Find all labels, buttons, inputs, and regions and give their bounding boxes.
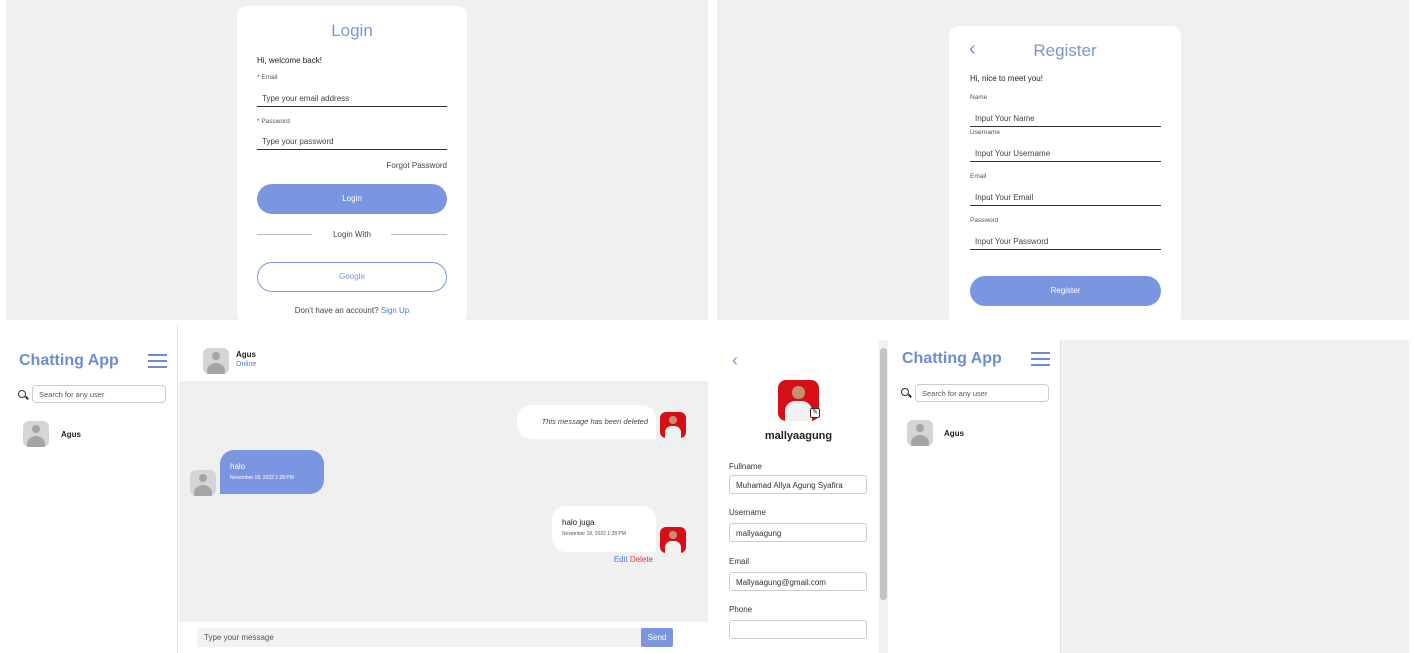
google-button[interactable]: Google: [257, 262, 447, 292]
email-label-reg: Email: [970, 173, 987, 180]
edit-link[interactable]: Edit: [614, 555, 628, 564]
empty-chat-area: [1061, 340, 1409, 653]
avatar: [203, 348, 229, 374]
avatar: [660, 412, 686, 438]
app-title: Chatting App: [19, 352, 119, 369]
avatar: [190, 470, 216, 496]
password-input-reg[interactable]: Input Your Password: [970, 233, 1161, 250]
username-label: Username: [729, 508, 766, 517]
contact-name: Agus: [61, 430, 81, 439]
fullname-label: Fullname: [729, 462, 762, 471]
register-title: Register: [1033, 41, 1097, 60]
contact-item[interactable]: Agus: [23, 421, 163, 447]
fullname-input[interactable]: Muhamad Allya Agung Syafira: [729, 475, 867, 494]
message-bubble-deleted: This message has been deleted: [517, 405, 656, 439]
no-account-text: Don't have an account?: [294, 306, 379, 315]
name-input[interactable]: Input Your Name: [970, 110, 1161, 127]
chat-screen: Chatting App Search for any user Agus Ag…: [0, 324, 708, 653]
register-greeting: Hi, nice to meet you!: [970, 74, 1043, 83]
email-label: Email: [729, 557, 750, 566]
signup-link[interactable]: Sign Up: [381, 306, 409, 315]
search-input[interactable]: Search for any user: [915, 384, 1049, 402]
phone-input[interactable]: [729, 620, 867, 639]
menu-icon[interactable]: [148, 354, 167, 368]
profile-screen: ‹ ✎ mallyaagung Fullname Muhamad Allya A…: [717, 340, 1409, 653]
avatar: [907, 420, 933, 446]
profile-username: mallyaagung: [764, 430, 833, 442]
profile-scrollbar[interactable]: [879, 340, 888, 653]
message-actions: Edit Delete: [552, 555, 653, 564]
login-card: Login Hi, welcome back! * Email Type you…: [237, 6, 467, 320]
password-input[interactable]: Type your password: [257, 133, 447, 150]
message-bubble-sent: halo juga November 18, 2022 1:28 PM: [552, 506, 656, 552]
password-label-reg: Password: [970, 217, 999, 224]
register-button[interactable]: Register: [970, 276, 1161, 306]
menu-icon[interactable]: [1031, 352, 1050, 366]
register-card: ‹ Register Hi, nice to meet you! Name In…: [949, 26, 1181, 320]
register-screen: ‹ Register Hi, nice to meet you! Name In…: [717, 0, 1409, 320]
message-text: halo juga: [562, 518, 595, 527]
login-greeting: Hi, welcome back!: [257, 56, 322, 65]
message-time: November 18, 2022 1:28 PM: [230, 475, 294, 481]
phone-label: Phone: [729, 605, 753, 614]
edit-avatar-icon[interactable]: ✎: [810, 408, 820, 418]
message-bubble-received: halo November 18, 2022 1:28 PM: [220, 450, 324, 494]
signup-row: Don't have an account? Sign Up: [237, 306, 467, 315]
search-input[interactable]: Search for any user: [32, 385, 166, 403]
avatar: [23, 421, 49, 447]
username-input[interactable]: Input Your Username: [970, 145, 1161, 162]
login-button[interactable]: Login: [257, 184, 447, 214]
chat-sidebar: Chatting App Search for any user Agus: [0, 324, 178, 653]
message-time: November 18, 2022 1:28 PM: [562, 531, 626, 537]
delete-link[interactable]: Delete: [630, 555, 653, 564]
search-icon: [901, 388, 909, 396]
message-text: halo: [230, 462, 246, 471]
message-input[interactable]: Type your message: [197, 628, 641, 647]
password-label: * Password: [257, 118, 290, 125]
avatar: [660, 527, 686, 553]
deleted-text: This message has been deleted: [541, 417, 648, 426]
name-label: Name: [970, 94, 988, 101]
chat-sidebar-2: Chatting App Search for any user Agus: [889, 340, 1061, 653]
email-input[interactable]: Type your email address: [257, 90, 447, 107]
login-title: Login: [331, 21, 373, 40]
profile-sidebar: ‹ ✎ mallyaagung Fullname Muhamad Allya A…: [717, 340, 889, 653]
chat-partner-status: Online: [236, 361, 257, 368]
chat-partner-name: Agus: [236, 350, 256, 359]
chat-header: Agus Online: [179, 324, 708, 381]
send-button[interactable]: Send: [641, 628, 673, 647]
scrollbar-thumb[interactable]: [880, 348, 887, 600]
contact-name: Agus: [944, 429, 964, 438]
email-label: * Email: [257, 74, 278, 81]
email-input-reg[interactable]: Input Your Email: [970, 189, 1161, 206]
app-title: Chatting App: [902, 350, 1002, 367]
back-icon[interactable]: ‹: [732, 350, 738, 371]
message-area: This message has been deleted halo Novem…: [179, 381, 708, 622]
forgot-password-link[interactable]: Forgot Password: [387, 161, 447, 170]
divider-right: [391, 234, 447, 235]
message-composer: Type your message Send: [179, 622, 708, 653]
username-label: Username: [970, 129, 1000, 136]
login-screen: Login Hi, welcome back! * Email Type you…: [6, 0, 708, 320]
username-input[interactable]: mallyaagung: [729, 523, 867, 542]
email-input[interactable]: Mallyaagung@gmail.com: [729, 572, 867, 591]
contact-item[interactable]: Agus: [907, 420, 1047, 446]
search-icon: [18, 390, 26, 398]
